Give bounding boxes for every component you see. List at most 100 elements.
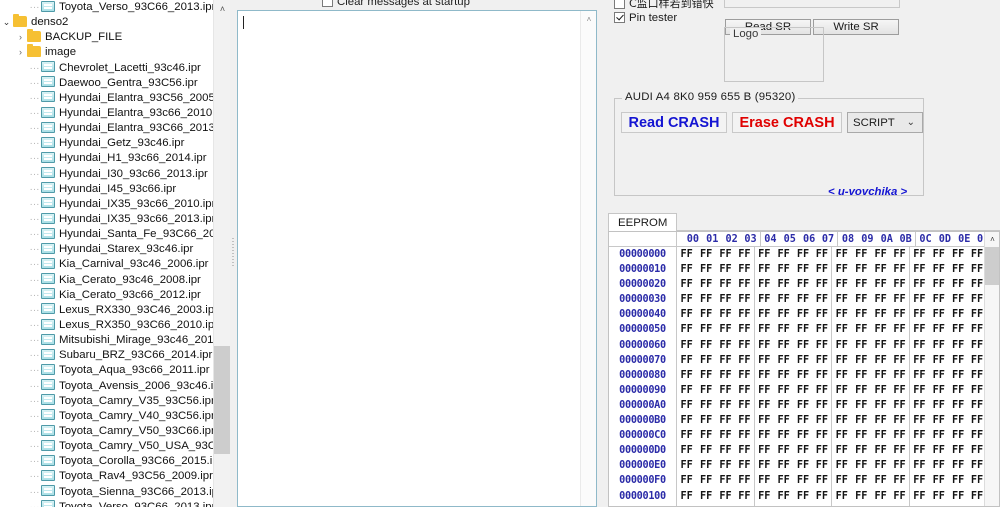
- hex-byte-cell[interactable]: FF: [929, 338, 948, 353]
- hex-byte-cell[interactable]: FF: [793, 504, 812, 507]
- tree-file-item[interactable]: ··· Toyota_Camry_V50_USA_93C66.ipr: [0, 439, 213, 454]
- hex-byte-cell[interactable]: FF: [735, 292, 755, 308]
- hex-byte-cell[interactable]: FF: [852, 473, 871, 488]
- hex-byte-cell[interactable]: FF: [755, 322, 774, 337]
- hex-byte-cell[interactable]: FF: [696, 398, 715, 413]
- hex-byte-cell[interactable]: FF: [832, 458, 851, 473]
- hex-byte-cell[interactable]: FF: [813, 443, 833, 459]
- tree-file-item[interactable]: ··· Hyundai_I45_93c66.ipr: [0, 182, 213, 197]
- file-tree-scroll-up-button[interactable]: ˄: [214, 0, 231, 17]
- hex-byte-cell[interactable]: FF: [755, 489, 774, 504]
- hex-byte-cell[interactable]: FF: [696, 489, 715, 504]
- hex-byte-cell[interactable]: FF: [793, 413, 812, 428]
- hex-byte-cell[interactable]: FF: [716, 383, 735, 398]
- hex-byte-cell[interactable]: FF: [735, 337, 755, 353]
- hex-byte-cell[interactable]: FF: [910, 504, 929, 507]
- hex-byte-cell[interactable]: FF: [871, 504, 890, 507]
- hex-byte-cell[interactable]: FF: [755, 383, 774, 398]
- tree-file-item[interactable]: ··· Hyundai_Elantra_93C66_2013.ipr: [0, 121, 213, 136]
- hex-byte-cell[interactable]: FF: [755, 262, 774, 277]
- chevron-down-icon[interactable]: ⌄: [0, 15, 13, 30]
- file-tree-panel[interactable]: ··· Toyota_Verso_93C66_2013.ipr ⌄ denso2 › BA…: [0, 0, 213, 507]
- hex-byte-cell[interactable]: FF: [832, 443, 851, 458]
- hex-byte-cell[interactable]: FF: [929, 383, 948, 398]
- hex-byte-cell[interactable]: FF: [735, 322, 755, 338]
- hex-byte-cell[interactable]: FF: [735, 382, 755, 398]
- tree-file-item[interactable]: ··· Hyundai_Elantra_93c66_2010.ipr: [0, 106, 213, 121]
- hex-byte-cell[interactable]: FF: [813, 428, 833, 444]
- hex-byte-cell[interactable]: FF: [774, 489, 793, 504]
- hex-byte-cell[interactable]: FF: [735, 503, 755, 506]
- hex-byte-cell[interactable]: FF: [948, 473, 967, 488]
- hex-byte-cell[interactable]: FF: [677, 247, 696, 262]
- hex-byte-cell[interactable]: FF: [677, 322, 696, 337]
- hex-byte-cell[interactable]: FF: [793, 458, 812, 473]
- hex-byte-cell[interactable]: FF: [696, 473, 715, 488]
- tree-file-item[interactable]: ··· Toyota_Aqua_93c66_2011.ipr: [0, 363, 213, 378]
- tree-file-item[interactable]: ··· Lexus_RX350_93C66_2010.ipr: [0, 318, 213, 333]
- hex-byte-cell[interactable]: FF: [716, 428, 735, 443]
- hex-byte-cell[interactable]: FF: [793, 247, 812, 262]
- tree-file-item[interactable]: ··· Hyundai_IX35_93c66_2013.ipr: [0, 212, 213, 227]
- hex-byte-cell[interactable]: FF: [890, 292, 910, 308]
- hex-byte-cell[interactable]: FF: [948, 262, 967, 277]
- hex-byte-cell[interactable]: FF: [677, 413, 696, 428]
- hex-byte-cell[interactable]: FF: [813, 367, 833, 383]
- hex-byte-cell[interactable]: FF: [948, 428, 967, 443]
- hex-byte-cell[interactable]: FF: [774, 368, 793, 383]
- hex-byte-cell[interactable]: FF: [910, 262, 929, 277]
- hex-byte-cell[interactable]: FF: [677, 277, 696, 292]
- hex-byte-cell[interactable]: FF: [871, 247, 890, 262]
- hex-byte-cell[interactable]: FF: [890, 277, 910, 293]
- hex-byte-cell[interactable]: FF: [716, 443, 735, 458]
- hex-byte-cell[interactable]: FF: [677, 262, 696, 277]
- hex-byte-cell[interactable]: FF: [832, 338, 851, 353]
- message-log-scrollbar[interactable]: ˄: [580, 11, 596, 506]
- hex-row[interactable]: 000000D0 FF FF FF FF FF FF FF FF FF FF FF FF FF FF FF FF: [609, 443, 999, 459]
- hex-viewer-scrollbar[interactable]: ˄: [984, 232, 999, 506]
- hex-row[interactable]: 000000A0 FF FF FF FF FF FF FF FF FF FF FF FF FF FF FF FF: [609, 397, 999, 414]
- cjk-option-checkbox-box[interactable]: [614, 0, 625, 9]
- hex-byte-cell[interactable]: FF: [871, 307, 890, 322]
- hex-byte-cell[interactable]: FF: [910, 292, 929, 307]
- hex-byte-cell[interactable]: FF: [910, 368, 929, 383]
- write-sr-button[interactable]: Write SR: [813, 19, 899, 35]
- tree-file-item[interactable]: ··· Hyundai_Santa_Fe_93C66_2013.ipr: [0, 227, 213, 242]
- hex-byte-cell[interactable]: FF: [910, 353, 929, 368]
- hex-byte-cell[interactable]: FF: [677, 504, 696, 507]
- hex-byte-cell[interactable]: FF: [716, 504, 735, 507]
- chevron-right-icon[interactable]: ›: [14, 30, 27, 45]
- hex-byte-cell[interactable]: FF: [696, 307, 715, 322]
- hex-byte-cell[interactable]: FF: [890, 443, 910, 459]
- hex-byte-cell[interactable]: FF: [832, 489, 851, 504]
- hex-byte-cell[interactable]: FF: [716, 413, 735, 428]
- hex-byte-cell[interactable]: FF: [813, 322, 833, 338]
- hex-byte-cell[interactable]: FF: [716, 292, 735, 307]
- hex-byte-cell[interactable]: FF: [696, 338, 715, 353]
- hex-byte-cell[interactable]: FF: [735, 352, 755, 368]
- hex-byte-cell[interactable]: FF: [890, 262, 910, 278]
- hex-byte-cell[interactable]: FF: [793, 428, 812, 443]
- hex-byte-cell[interactable]: FF: [774, 428, 793, 443]
- hex-byte-cell[interactable]: FF: [832, 473, 851, 488]
- hex-byte-cell[interactable]: FF: [910, 307, 929, 322]
- hex-row[interactable]: 00000110FFFFFFFFFFFFFFFFFFFFFFFFFFFFFFFF: [609, 503, 999, 507]
- hex-byte-cell[interactable]: FF: [890, 473, 910, 489]
- hex-byte-cell[interactable]: FF: [755, 247, 774, 262]
- hex-byte-cell[interactable]: FF: [716, 458, 735, 473]
- hex-byte-cell[interactable]: FF: [832, 247, 851, 262]
- hex-byte-cell[interactable]: FF: [735, 473, 755, 489]
- hex-byte-cell[interactable]: FF: [793, 262, 812, 277]
- hex-byte-cell[interactable]: FF: [755, 504, 774, 507]
- hex-byte-cell[interactable]: FF: [832, 428, 851, 443]
- hex-byte-cell[interactable]: FF: [871, 398, 890, 413]
- hex-byte-cell[interactable]: FF: [929, 368, 948, 383]
- hex-byte-cell[interactable]: FF: [716, 489, 735, 504]
- hex-byte-cell[interactable]: FF: [871, 368, 890, 383]
- hex-byte-cell[interactable]: FF: [774, 307, 793, 322]
- hex-byte-cell[interactable]: FF: [832, 262, 851, 277]
- hex-byte-cell[interactable]: FF: [774, 338, 793, 353]
- hex-byte-cell[interactable]: FF: [716, 277, 735, 292]
- tree-file-item[interactable]: ··· Toyota_Avensis_2006_93c46.ipr: [0, 379, 213, 394]
- hex-byte-cell[interactable]: FF: [677, 443, 696, 458]
